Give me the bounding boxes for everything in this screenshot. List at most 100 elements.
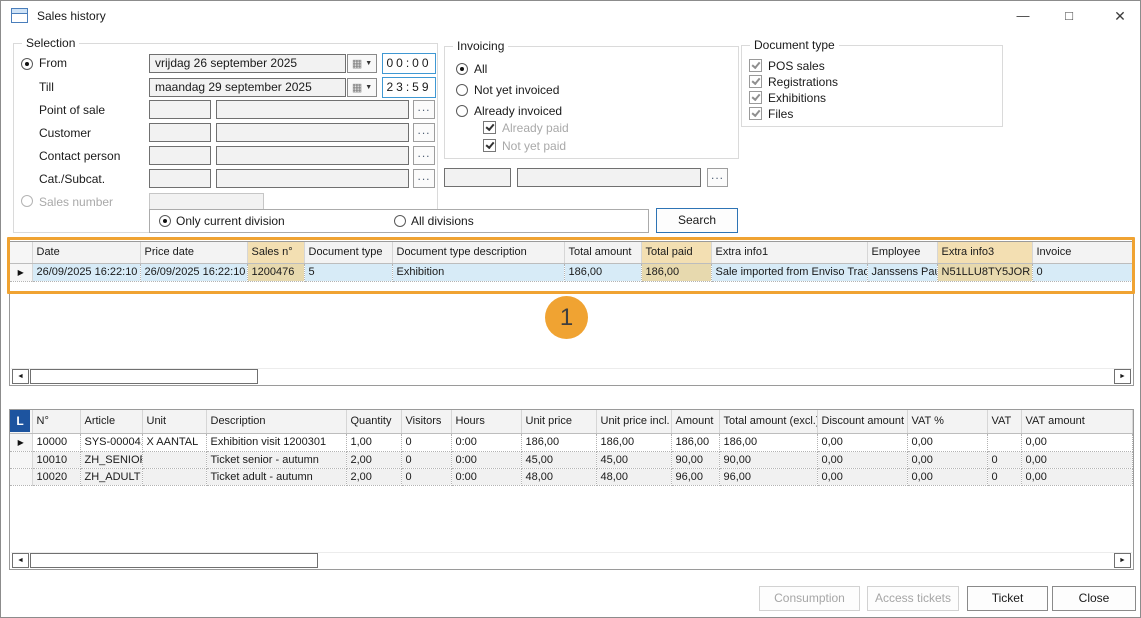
ticket-button[interactable]: Ticket [967, 586, 1048, 611]
cell[interactable]: 186,00 [521, 433, 596, 451]
close-button[interactable]: Close [1052, 586, 1136, 611]
from-date-field[interactable]: vrijdag 26 september 2025 [149, 54, 346, 73]
from-radio[interactable] [21, 58, 33, 70]
registrations-checkbox[interactable] [749, 75, 762, 88]
cell[interactable]: 0,00 [907, 468, 987, 485]
cell[interactable]: Exhibition visit 1200301 [206, 433, 346, 451]
only-current-division-radio[interactable] [159, 215, 171, 227]
column-header-vat-amount[interactable]: VAT amount [1021, 410, 1133, 433]
cell[interactable]: 96,00 [719, 468, 817, 485]
scroll-left-icon[interactable]: ◄ [12, 369, 29, 384]
column-header-discount-amount[interactable]: Discount amount [817, 410, 907, 433]
sales-number-radio[interactable] [21, 195, 33, 207]
cell[interactable]: 45,00 [596, 451, 671, 468]
column-header-amount[interactable]: Amount [671, 410, 719, 433]
cell[interactable]: 1,00 [346, 433, 401, 451]
scroll-right-icon[interactable]: ► [1114, 553, 1131, 568]
cell-extra-info3[interactable]: N51LLU8TY5JOR [937, 263, 1032, 281]
column-header-document-type[interactable]: Document type [304, 242, 392, 263]
customer-name-field[interactable] [216, 123, 409, 142]
cell[interactable]: 0,00 [907, 433, 987, 451]
exhibitions-checkbox[interactable] [749, 91, 762, 104]
column-header-price-date[interactable]: Price date [140, 242, 247, 263]
contact-person-name-field[interactable] [216, 146, 409, 165]
invoicing-extra-code-field[interactable] [444, 168, 511, 187]
cell-sales-no[interactable]: 1200476 [247, 263, 304, 281]
cell[interactable]: 90,00 [719, 451, 817, 468]
scroll-thumb[interactable] [30, 553, 318, 568]
column-header-invoice[interactable]: Invoice [1032, 242, 1133, 263]
sales-grid-horizontal-scrollbar[interactable]: ◄ ► [11, 368, 1132, 384]
line-row[interactable]: ▶ 10000 SYS-000041 X AANTAL Exhibition v… [10, 433, 1133, 451]
cell[interactable]: 90,00 [671, 451, 719, 468]
column-header-total-paid[interactable]: Total paid [641, 242, 711, 263]
contact-person-browse-button[interactable]: ... [413, 146, 435, 165]
cell[interactable]: 0,00 [817, 451, 907, 468]
close-window-button[interactable]: ✕ [1100, 1, 1140, 31]
cell[interactable]: 2,00 [346, 468, 401, 485]
cell[interactable]: 186,00 [596, 433, 671, 451]
pos-sales-checkbox[interactable] [749, 59, 762, 72]
cell[interactable]: Ticket adult - autumn [206, 468, 346, 485]
line-row[interactable]: 10020 ZH_ADULT Ticket adult - autumn 2,0… [10, 468, 1133, 485]
already-paid-checkbox[interactable] [483, 121, 496, 134]
invoicing-extra-name-field[interactable] [517, 168, 701, 187]
column-header-visitors[interactable]: Visitors [401, 410, 451, 433]
cell[interactable]: X AANTAL [142, 433, 206, 451]
scroll-right-icon[interactable]: ► [1114, 369, 1131, 384]
contact-person-code-field[interactable] [149, 146, 211, 165]
cell[interactable]: 0,00 [1021, 468, 1133, 485]
column-header-vat-pct[interactable]: VAT % [907, 410, 987, 433]
till-date-field[interactable]: maandag 29 september 2025 [149, 78, 346, 97]
customer-browse-button[interactable]: ... [413, 123, 435, 142]
column-header-unit-price[interactable]: Unit price [521, 410, 596, 433]
cell-total-amount[interactable]: 186,00 [564, 263, 641, 281]
from-time-field[interactable]: 00:00 [382, 53, 436, 74]
cell-employee[interactable]: Janssens Paul [867, 263, 937, 281]
cell-extra-info1[interactable]: Sale imported from Enviso Trade [711, 263, 867, 281]
grid-corner-cell[interactable]: L [10, 410, 32, 433]
column-header-document-type-description[interactable]: Document type description [392, 242, 564, 263]
already-invoiced-radio[interactable] [456, 105, 468, 117]
cell[interactable]: 0:00 [451, 451, 521, 468]
search-button[interactable]: Search [656, 208, 738, 233]
column-header-extra-info1[interactable]: Extra info1 [711, 242, 867, 263]
cell[interactable]: 0,00 [1021, 451, 1133, 468]
scroll-thumb[interactable] [30, 369, 258, 384]
column-header-date[interactable]: Date [32, 242, 140, 263]
point-of-sale-name-field[interactable] [216, 100, 409, 119]
cell[interactable] [142, 468, 206, 485]
cell[interactable]: 0 [987, 468, 1021, 485]
category-name-field[interactable] [216, 169, 409, 188]
column-header-unit-price-incl[interactable]: Unit price incl. [596, 410, 671, 433]
cell[interactable]: 0,00 [907, 451, 987, 468]
not-yet-paid-checkbox[interactable] [483, 139, 496, 152]
column-header-employee[interactable]: Employee [867, 242, 937, 263]
column-header-total-amount[interactable]: Total amount [564, 242, 641, 263]
cell[interactable]: 10000 [32, 433, 80, 451]
cell[interactable]: Ticket senior - autumn [206, 451, 346, 468]
column-header-vat[interactable]: VAT [987, 410, 1021, 433]
files-checkbox[interactable] [749, 107, 762, 120]
cell-document-type-description[interactable]: Exhibition [392, 263, 564, 281]
cell[interactable]: 186,00 [719, 433, 817, 451]
cell[interactable]: 0,00 [817, 433, 907, 451]
customer-code-field[interactable] [149, 123, 211, 142]
scroll-left-icon[interactable]: ◄ [12, 553, 29, 568]
cell-total-paid[interactable]: 186,00 [641, 263, 711, 281]
from-calendar-button[interactable]: ▦ ▼ [347, 54, 377, 73]
cell[interactable]: 0 [401, 451, 451, 468]
cell[interactable]: 0 [987, 451, 1021, 468]
cell[interactable]: 0:00 [451, 433, 521, 451]
access-tickets-button[interactable]: Access tickets [867, 586, 959, 611]
cell[interactable]: 186,00 [671, 433, 719, 451]
all-divisions-radio[interactable] [394, 215, 406, 227]
point-of-sale-code-field[interactable] [149, 100, 211, 119]
cell[interactable]: ZH_SENIOR [80, 451, 142, 468]
column-header-total-amount-excl[interactable]: Total amount (excl.) [719, 410, 817, 433]
invoicing-extra-browse-button[interactable]: ... [707, 168, 728, 187]
point-of-sale-browse-button[interactable]: ... [413, 100, 435, 119]
maximize-button[interactable]: □ [1049, 1, 1089, 31]
category-code-field[interactable] [149, 169, 211, 188]
cell[interactable] [987, 433, 1021, 451]
